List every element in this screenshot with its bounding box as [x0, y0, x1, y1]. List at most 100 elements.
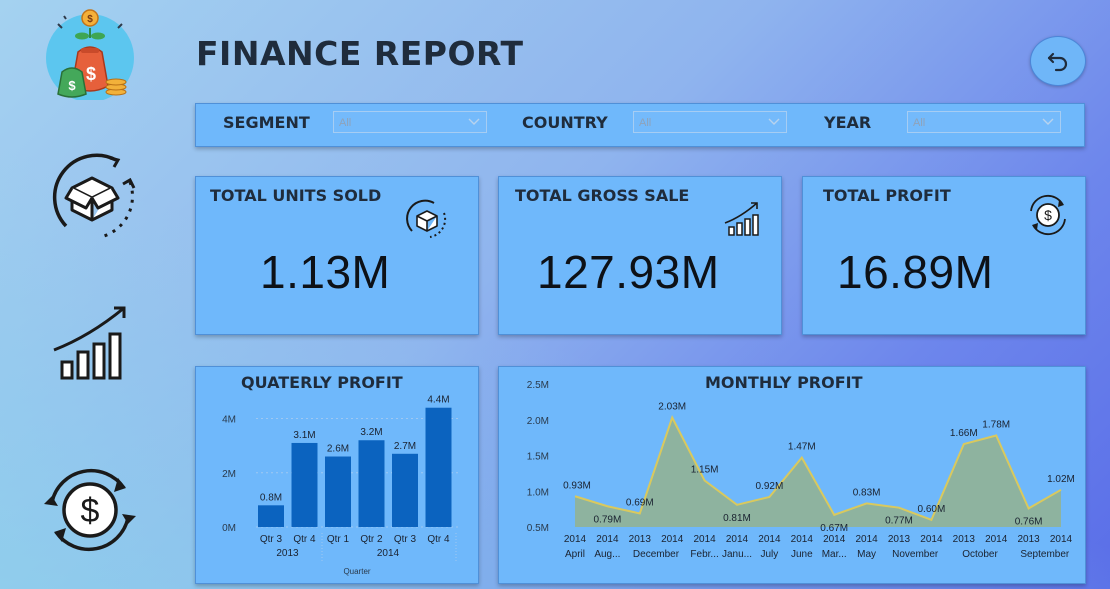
x-year-label: 2014 — [596, 534, 619, 545]
bar-data-label: 4.4M — [427, 395, 449, 406]
kpi-value: 16.89M — [837, 246, 994, 298]
svg-text:$: $ — [68, 78, 76, 93]
x-year-label: 2014 — [1050, 534, 1073, 545]
bar-data-label: 3.2M — [360, 427, 382, 438]
point-data-label: 0.79M — [594, 514, 622, 525]
kpi-value: 127.93M — [537, 246, 720, 298]
country-label: COUNTRY — [522, 113, 608, 132]
point-data-label: 1.02M — [1047, 474, 1075, 485]
point-data-label: 0.60M — [918, 504, 946, 515]
point-data-label: 1.47M — [788, 442, 816, 453]
point-data-label: 0.67M — [820, 523, 848, 534]
growth-bars-icon — [724, 202, 759, 236]
quarterly-profit-svg: 0M 2M 4M 0.8M Qtr 3 3.1M Qtr 4 2.6M Qtr 1 3.2M Qtr… — [222, 395, 458, 576]
point-data-label: 1.78M — [982, 419, 1010, 430]
x-year-label: 2013 — [953, 534, 976, 545]
point-data-label: 0.93M — [563, 480, 591, 491]
group-label: 2014 — [377, 548, 400, 559]
country-dropdown[interactable]: All — [633, 111, 787, 133]
y-tick-label: 1.0M — [527, 487, 549, 498]
chevron-down-icon — [468, 118, 480, 125]
year-label: YEAR — [824, 113, 872, 132]
y-tick-label: 2.5M — [527, 380, 549, 391]
x-month-label: Janu... — [722, 549, 752, 560]
y-tick-label: 0.5M — [527, 523, 549, 534]
x-month-label: October — [962, 549, 998, 560]
x-year-label: 2014 — [855, 534, 878, 545]
x-month-label: July — [761, 549, 779, 560]
point-data-label: 0.76M — [1015, 516, 1043, 527]
y-tick-label: 4M — [222, 415, 236, 426]
y-tick-label: 0M — [222, 523, 236, 534]
box-cycle-icon — [52, 153, 136, 238]
back-button[interactable] — [1030, 36, 1086, 86]
point-data-label: 1.66M — [950, 428, 978, 439]
x-tick-label: Qtr 3 — [260, 534, 283, 545]
bar-data-label: 2.6M — [327, 444, 349, 455]
money-bag-logo-icon: $ $ $ — [46, 9, 134, 100]
bar — [325, 456, 351, 527]
bar-data-label: 2.7M — [394, 441, 416, 452]
chevron-down-icon — [768, 118, 780, 125]
year-dropdown[interactable]: All — [907, 111, 1061, 133]
x-year-label: 2014 — [823, 534, 846, 545]
dollar-cycle-icon: $ — [1030, 194, 1066, 236]
x-year-label: 2014 — [693, 534, 716, 545]
x-tick-label: Qtr 4 — [427, 534, 450, 545]
x-tick-label: Qtr 1 — [327, 534, 350, 545]
point-data-label: 0.77M — [885, 516, 913, 527]
svg-text:$: $ — [86, 64, 96, 84]
svg-text:$: $ — [87, 14, 93, 25]
x-year-label: 2014 — [791, 534, 814, 545]
chevron-down-icon — [1042, 118, 1054, 125]
kpi-card-total-profit: TOTAL PROFIT $ 16.89M — [802, 176, 1086, 335]
segment-value: All — [339, 117, 352, 129]
x-year-label: 2014 — [564, 534, 587, 545]
point-data-label: 0.69M — [626, 497, 654, 508]
quarterly-profit-chart: QUATERLY PROFIT 0M 2M 4M 0.8M Qtr 3 3.1M Qtr 4… — [195, 366, 479, 584]
x-month-label: June — [791, 549, 813, 560]
box-cycle-icon — [406, 199, 447, 238]
x-year-label: 2014 — [985, 534, 1008, 545]
area-fill — [575, 417, 1061, 527]
x-month-label: Mar... — [822, 549, 847, 560]
x-month-label: September — [1020, 549, 1070, 560]
x-year-label: 2013 — [1017, 534, 1040, 545]
segment-dropdown[interactable]: All — [333, 111, 487, 133]
point-data-label: 0.92M — [756, 481, 784, 492]
y-tick-label: 2M — [222, 469, 236, 480]
x-year-label: 2013 — [629, 534, 652, 545]
svg-text:$: $ — [1044, 207, 1052, 223]
bar — [425, 407, 452, 527]
year-value: All — [913, 117, 926, 129]
bar — [291, 442, 318, 527]
filter-bar: SEGMENT All COUNTRY All YEAR All — [195, 103, 1085, 147]
growth-bars-icon — [53, 306, 126, 380]
x-month-label: Aug... — [594, 549, 620, 560]
monthly-profit-svg: 0.5M1.0M1.5M2.0M2.5M0.93M20140.79M20140.… — [527, 380, 1075, 560]
point-data-label: 0.83M — [853, 487, 881, 498]
back-arrow-icon — [1047, 52, 1068, 72]
x-month-label: May — [857, 549, 876, 560]
bar — [258, 505, 284, 527]
group-label: 2013 — [276, 548, 299, 559]
kpi-title: TOTAL GROSS SALE — [515, 186, 690, 205]
x-axis-title: Quarter — [343, 567, 370, 576]
bar — [392, 453, 418, 527]
kpi-title: TOTAL UNITS SOLD — [210, 186, 382, 205]
bar-data-label: 3.1M — [293, 430, 315, 441]
y-tick-label: 2.0M — [527, 416, 549, 427]
country-value: All — [639, 117, 652, 129]
dollar-cycle-icon: $ — [44, 469, 136, 551]
x-month-label: April — [565, 549, 585, 560]
x-year-label: 2014 — [758, 534, 781, 545]
x-year-label: 2014 — [920, 534, 943, 545]
bar-data-label: 0.8M — [260, 492, 282, 503]
x-year-label: 2013 — [888, 534, 911, 545]
y-tick-label: 1.5M — [527, 452, 549, 463]
x-month-label: Febr... — [690, 549, 718, 560]
kpi-title: TOTAL PROFIT — [823, 186, 951, 205]
x-year-label: 2014 — [661, 534, 684, 545]
kpi-value: 1.13M — [260, 246, 391, 298]
svg-text:$: $ — [81, 492, 100, 530]
